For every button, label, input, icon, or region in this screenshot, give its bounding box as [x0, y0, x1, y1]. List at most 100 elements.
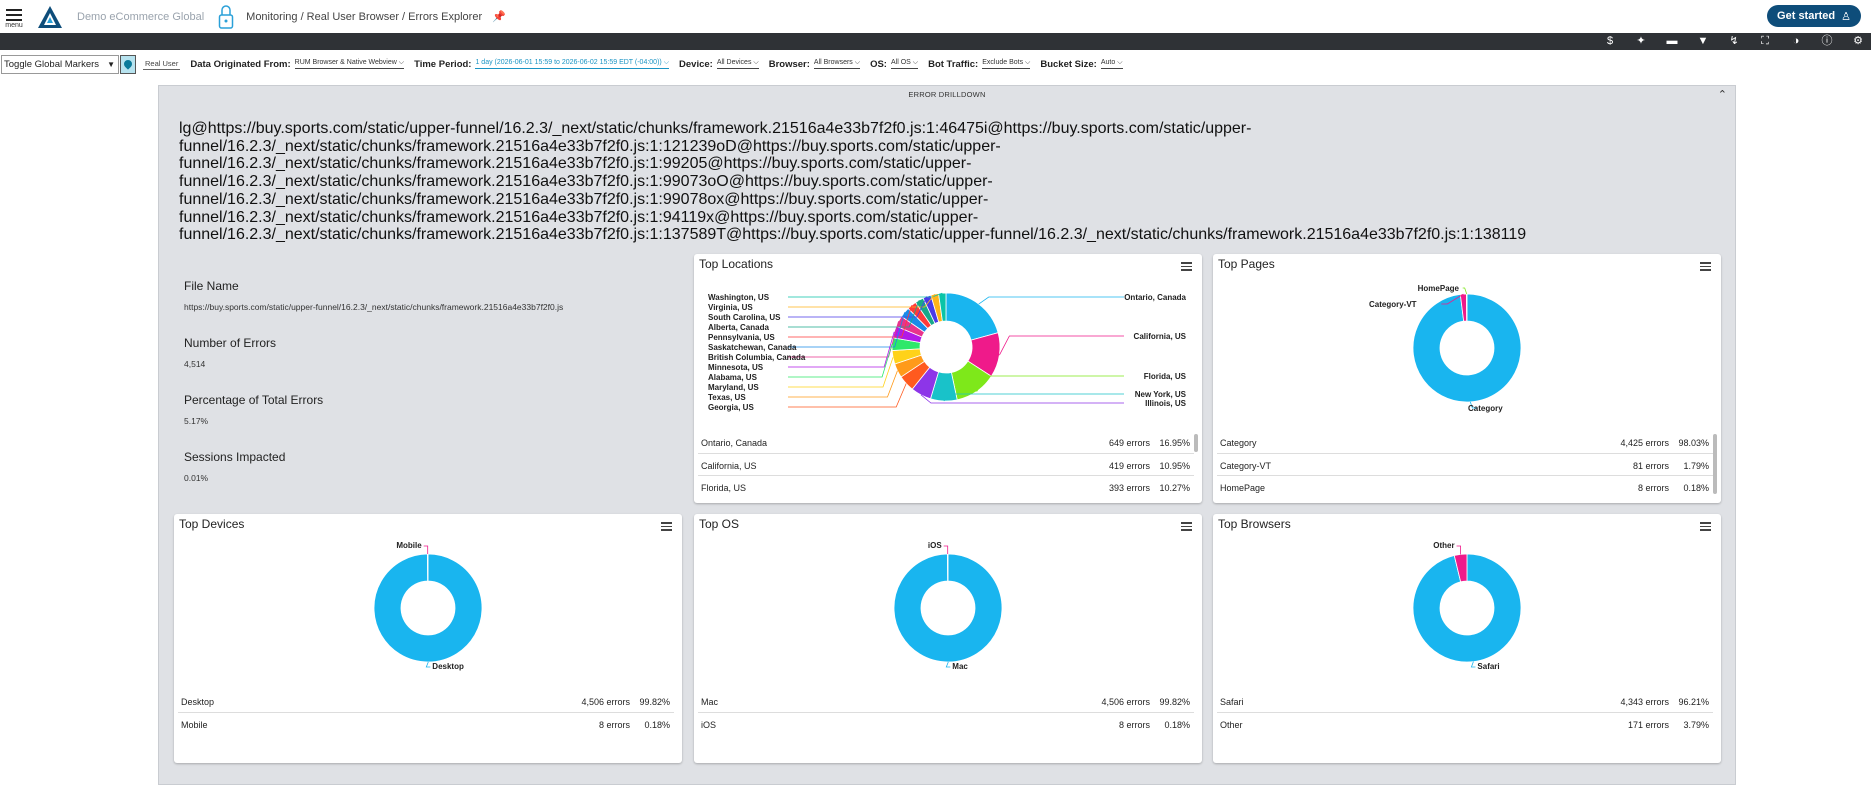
- list-item[interactable]: Category-VT 81 errors 1.79%: [1217, 454, 1713, 476]
- comment-icon[interactable]: ▬: [1665, 33, 1679, 50]
- data-origin-dropdown[interactable]: RUM Browser & Native Webview ⌵: [294, 59, 405, 69]
- map-marker-button[interactable]: [120, 54, 136, 74]
- label-connector: [788, 312, 906, 348]
- real-user-chip[interactable]: Real User: [143, 59, 181, 70]
- toggle-global-markers-select[interactable]: Toggle Global Markers ▼: [1, 54, 119, 74]
- list-item[interactable]: Florida, US 393 errors 10.27%: [698, 476, 1194, 499]
- browser-value: All Browsers: [813, 59, 853, 66]
- time-period-dropdown[interactable]: 1 day (2026-06-01 15:59 to 2026-06-02 15…: [475, 59, 670, 69]
- slice-label: Saskatchewan, Canada: [708, 343, 797, 352]
- label-connector: [999, 335, 1124, 356]
- row-name: Mobile: [181, 719, 208, 730]
- top-devices-card: Mobile Desktop Top Devices Desktop 4,506 e…: [174, 514, 682, 763]
- collapse-chevron-icon[interactable]: ⌃: [1718, 88, 1727, 101]
- slice-label: New York, US: [1135, 390, 1187, 399]
- row-pct: 98.03%: [1678, 438, 1709, 448]
- device-value: All Devices: [716, 59, 752, 66]
- label-connector: [788, 292, 943, 298]
- stack-line: funnel/16.2.3/_next/static/chunks/framew…: [179, 155, 972, 173]
- get-started-button[interactable]: Get started ♙: [1767, 5, 1861, 27]
- help-icon[interactable]: ⓘ: [1820, 33, 1834, 50]
- row-name: Florida, US: [701, 483, 747, 493]
- chart-menu-icon[interactable]: [1181, 520, 1192, 533]
- contrast-icon[interactable]: ◑: [1789, 33, 1803, 50]
- chart-menu-icon[interactable]: [661, 520, 672, 533]
- pie-slice[interactable]: [946, 553, 949, 582]
- row-name: California, US: [701, 460, 757, 471]
- breadcrumb: Monitoring / Real User Browser / Errors …: [246, 10, 483, 23]
- label-connector: [1456, 545, 1461, 555]
- top-os-card: iOS Mac Top OS Mac 4,506 errors 99.82% iOS 8…: [694, 514, 1202, 763]
- list-item[interactable]: Desktop 4,506 errors 99.82%: [178, 690, 674, 713]
- card-title: Top Locations: [699, 257, 774, 271]
- row-name: Mac: [701, 697, 719, 707]
- row-errors: 4,425 errors: [1620, 438, 1669, 448]
- lock-icon[interactable]: [218, 4, 234, 30]
- scrollbar[interactable]: [1713, 434, 1717, 494]
- get-started-label: Get started: [1777, 10, 1836, 22]
- list-item[interactable]: Other 171 errors 3.79%: [1217, 713, 1713, 736]
- devices-list: Desktop 4,506 errors 99.82% Mobile 8 errors…: [178, 690, 674, 735]
- slice-label: iOS: [928, 541, 942, 550]
- dark-toolbar: $ ✦ ▬ ▼ ↯ ⛶ ◑ ⓘ ⚙: [0, 33, 1871, 50]
- app-name[interactable]: Demo eCommerce Global: [77, 11, 204, 23]
- slice-label: Georgia, US: [708, 403, 754, 412]
- label-connector: [788, 321, 899, 358]
- chart-menu-icon[interactable]: [1700, 520, 1711, 533]
- fullscreen-icon[interactable]: ⛶: [1758, 33, 1772, 50]
- list-item[interactable]: Ontario, Canada 649 errors 16.95%: [698, 431, 1194, 454]
- row-pct: 99.82%: [639, 697, 670, 707]
- browser-label: Browser:: [768, 58, 810, 70]
- list-item[interactable]: Safari 4,343 errors 96.21%: [1217, 690, 1713, 713]
- errors-count-label: Number of Errors: [184, 336, 277, 350]
- chart-menu-icon[interactable]: [1181, 260, 1192, 273]
- error-stack-trace: lg@https://buy.sports.com/static/upper-f…: [179, 120, 1639, 244]
- dollar-icon[interactable]: $: [1603, 33, 1617, 50]
- row-pct: 3.79%: [1683, 719, 1709, 730]
- scrollbar[interactable]: [1194, 434, 1198, 452]
- row-errors: 8 errors: [598, 719, 630, 730]
- list-item[interactable]: Mobile 8 errors 0.18%: [178, 713, 674, 736]
- row-name: Category-VT: [1220, 460, 1272, 471]
- row-pct: 0.18%: [1683, 483, 1709, 493]
- filter-bar: Toggle Global Markers ▼ Real User Data O…: [0, 53, 1871, 75]
- bot-traffic-dropdown[interactable]: Exclude Bots ⌵: [982, 59, 1031, 69]
- row-pct: 16.95%: [1159, 438, 1190, 448]
- logo-icon[interactable]: [37, 5, 63, 29]
- slice-label: Maryland, US: [708, 383, 759, 392]
- row-errors: 4,506 errors: [581, 697, 630, 707]
- browsers-list: Safari 4,343 errors 96.21% Other 171 errors…: [1217, 690, 1713, 735]
- slice-label: Illinois, US: [1145, 399, 1187, 408]
- list-item[interactable]: iOS 8 errors 0.18%: [698, 713, 1194, 736]
- device-dropdown[interactable]: All Devices ⌵: [716, 59, 759, 69]
- dropdown-arrow-icon: ▼: [107, 59, 115, 69]
- browser-dropdown[interactable]: All Browsers ⌵: [813, 59, 861, 69]
- sparkle-icon[interactable]: ✦: [1634, 33, 1648, 50]
- pin-icon[interactable]: 📌: [492, 10, 506, 23]
- pages-pie-chart: HomePageCategory-VT Category: [1369, 284, 1522, 413]
- slice-label: Pennsylvania, US: [708, 333, 775, 342]
- slice-label: Category-VT: [1369, 300, 1417, 309]
- bucket-size-dropdown[interactable]: Auto ⌵: [1100, 59, 1123, 69]
- chart-menu-icon[interactable]: [1700, 260, 1711, 273]
- bolt-icon[interactable]: ↯: [1727, 33, 1741, 50]
- pie-slice[interactable]: [1465, 293, 1468, 322]
- slice-label: Mac: [952, 662, 968, 671]
- settings-icon[interactable]: ⚙: [1851, 33, 1865, 50]
- pages-list: Category 4,425 errors 98.03% Category-VT 81…: [1217, 431, 1713, 499]
- errors-pct-value: 5.17%: [184, 416, 209, 426]
- list-item[interactable]: HomePage 8 errors 0.18%: [1217, 476, 1713, 499]
- browsers-pie-chart: Other Safari: [1412, 541, 1522, 671]
- card-title: Top Browsers: [1218, 517, 1291, 531]
- menu-button[interactable]: menu: [3, 4, 25, 29]
- label-connector: [943, 545, 949, 555]
- os-dropdown[interactable]: All OS ⌵: [890, 59, 919, 69]
- list-item[interactable]: California, US 419 errors 10.95%: [698, 454, 1194, 476]
- list-item[interactable]: Mac 4,506 errors 99.82%: [698, 690, 1194, 713]
- pie-slice[interactable]: [945, 292, 999, 341]
- list-item[interactable]: Category 4,425 errors 98.03%: [1217, 431, 1713, 454]
- filter-icon[interactable]: ▼: [1696, 33, 1710, 50]
- pie-slice[interactable]: [426, 553, 429, 582]
- time-period-value: 1 day (2026-06-01 15:59 to 2026-06-02 15…: [475, 59, 662, 66]
- user-plus-icon: ♙: [1841, 10, 1851, 23]
